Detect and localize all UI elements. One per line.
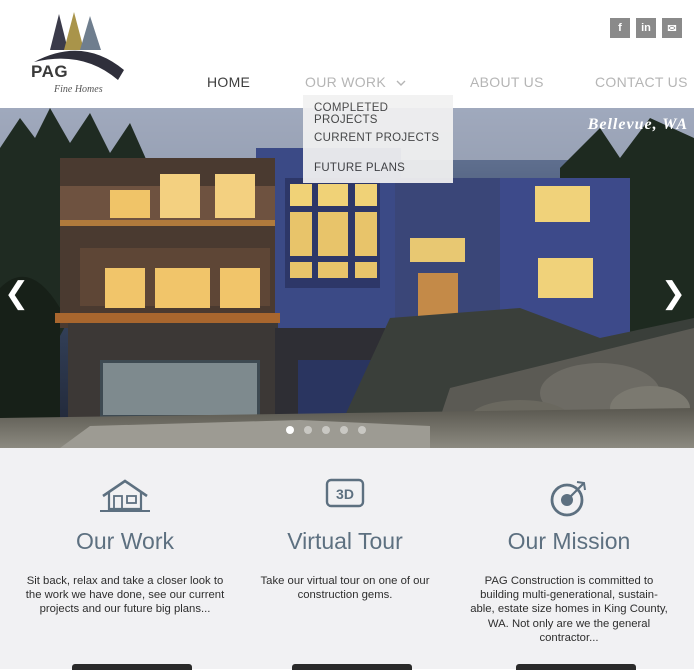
feature-description: Sit back, relax and take a closer look t… (25, 575, 225, 616)
features-section: Our Work Sit back, relax and take a clos… (0, 448, 694, 670)
feature-description: PAG Construction is committed to buildin… (470, 575, 668, 644)
nav-our-work[interactable]: OUR WORK (305, 74, 406, 90)
house-icon (10, 478, 240, 514)
nav-about[interactable]: ABOUT US (470, 74, 544, 90)
feature-button[interactable] (516, 664, 636, 670)
feature-description: Take our virtual tour on one of our cons… (260, 575, 430, 602)
logo-tagline: Fine Homes (54, 84, 103, 95)
logo[interactable]: PAG Fine Homes (28, 10, 128, 100)
nav-our-work-label: OUR WORK (305, 74, 386, 90)
feature-button[interactable] (292, 664, 412, 670)
svg-text:3D: 3D (336, 486, 354, 502)
slider-dot[interactable] (340, 426, 348, 434)
facebook-icon[interactable]: f (610, 18, 630, 38)
slider-dot[interactable] (286, 426, 294, 434)
slider-dot[interactable] (358, 426, 366, 434)
dropdown-current-projects[interactable]: CURRENT PROJECTS (314, 132, 439, 144)
slider-prev-icon[interactable]: ❮ (4, 276, 29, 311)
linkedin-icon[interactable]: in (636, 18, 656, 38)
hero-location-caption: Bellevue, WA (587, 116, 688, 133)
our-work-dropdown: COMPLETED PROJECTS CURRENT PROJECTS FUTU… (303, 95, 453, 183)
slider-dots (286, 426, 366, 434)
target-icon (454, 478, 684, 517)
dropdown-completed-projects[interactable]: COMPLETED PROJECTS (314, 102, 453, 126)
feature-button[interactable] (72, 664, 192, 670)
logo-name: PAG (31, 62, 69, 81)
nav-home[interactable]: HOME (207, 74, 250, 90)
nav-contact[interactable]: CONTACT US (595, 74, 688, 90)
chevron-down-icon (396, 80, 406, 86)
3d-icon: 3D (230, 478, 460, 514)
feature-title: Our Work (76, 528, 174, 554)
slider-next-icon[interactable]: ❯ (661, 276, 686, 311)
dropdown-future-plans[interactable]: FUTURE PLANS (314, 162, 405, 174)
slider-dot[interactable] (322, 426, 330, 434)
email-icon[interactable]: ✉ (662, 18, 682, 38)
slider-dot[interactable] (304, 426, 312, 434)
feature-title: Virtual Tour (287, 528, 403, 554)
site-header: PAG Fine Homes f in ✉ HOME OUR WORK ABOU… (0, 0, 694, 108)
feature-title: Our Mission (507, 528, 631, 554)
